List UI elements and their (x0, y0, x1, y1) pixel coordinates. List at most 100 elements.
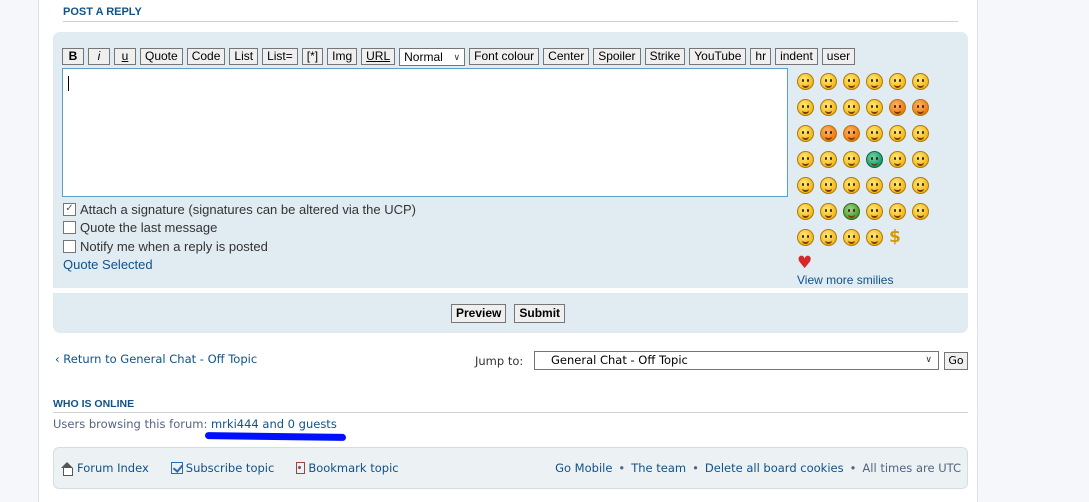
user-button[interactable]: user (821, 48, 856, 65)
img-button[interactable]: Img (327, 48, 358, 65)
smiley-icon[interactable] (866, 176, 883, 194)
quote-last-checkbox[interactable] (63, 221, 76, 235)
smiley-icon[interactable] (866, 98, 883, 116)
youtube-button[interactable]: YouTube (689, 48, 747, 65)
team-link[interactable]: The team (631, 461, 686, 475)
smiley-icon[interactable] (843, 98, 860, 116)
quote-button[interactable]: Quote (140, 48, 183, 65)
jump-to-select[interactable]: General Chat - Off Topic ∨ (534, 351, 939, 370)
smiley-icon[interactable] (889, 150, 906, 168)
smiley-icon[interactable] (889, 98, 906, 116)
bold-button[interactable]: B (62, 48, 84, 65)
notify-checkbox[interactable] (63, 239, 76, 253)
smiley-icon[interactable] (912, 150, 929, 168)
smiley-icon[interactable] (797, 228, 814, 246)
home-icon (60, 461, 74, 476)
jump-to-value: General Chat - Off Topic (551, 353, 688, 367)
smiley-icon[interactable] (912, 176, 929, 194)
preview-button[interactable]: Preview (451, 304, 507, 323)
smiley-icon[interactable] (820, 228, 837, 246)
smiley-icon[interactable] (889, 176, 906, 194)
question-icon[interactable] (912, 124, 929, 142)
indent-button[interactable]: indent (775, 48, 818, 65)
bookmark-topic-link[interactable]: Bookmark topic (296, 461, 399, 475)
smiley-icon[interactable] (820, 72, 837, 90)
smiley-icon[interactable] (820, 98, 837, 116)
smiley-icon[interactable] (912, 98, 929, 116)
submit-button[interactable]: Submit (514, 304, 566, 323)
view-more-smilies-link[interactable]: View more smilies (797, 273, 893, 287)
smiley-icon[interactable] (820, 124, 837, 142)
quote-selected-link[interactable]: Quote Selected (63, 257, 416, 272)
forum-index-link[interactable]: Forum Index (60, 461, 149, 476)
smiley-icon[interactable] (820, 176, 837, 194)
smiley-icon[interactable] (843, 124, 860, 142)
spoiler-button[interactable]: Spoiler (593, 48, 641, 65)
smiley-icon[interactable] (843, 228, 860, 246)
strike-button[interactable]: Strike (644, 48, 686, 65)
smiley-icon[interactable] (797, 176, 814, 194)
url-button[interactable]: URL (361, 48, 396, 65)
submit-bar: Preview Submit (53, 293, 968, 333)
underline-button[interactable]: u (114, 48, 136, 65)
list-item-button[interactable]: [*] (301, 48, 324, 65)
smiley-icon[interactable] (843, 72, 860, 90)
chevron-left-icon: ‹ (55, 352, 60, 366)
online-divider (53, 412, 968, 413)
smiley-icon[interactable] (866, 124, 883, 142)
reply-panel: B i u Quote Code List List= [*] Img URL … (53, 32, 968, 288)
smiley-icon[interactable] (912, 72, 929, 90)
subscribe-topic-label: Subscribe topic (185, 461, 275, 475)
smiley-icon[interactable] (843, 202, 860, 220)
online-prefix: Users browsing this forum: (53, 417, 208, 431)
go-mobile-link[interactable]: Go Mobile (555, 461, 612, 475)
return-link[interactable]: ‹ Return to General Chat - Off Topic (55, 352, 257, 366)
go-button[interactable]: Go (944, 352, 968, 370)
smiley-icon[interactable] (843, 176, 860, 194)
quote-last-label: Quote the last message (80, 220, 218, 236)
notify-label: Notify me when a reply is posted (80, 238, 268, 254)
attach-signature-label: Attach a signature (signatures can be al… (80, 201, 417, 217)
smiley-icon[interactable] (889, 202, 906, 220)
message-textarea[interactable] (62, 68, 788, 197)
attach-signature-checkbox[interactable]: ✓ (63, 202, 76, 216)
post-reply-heading: POST A REPLY (63, 6, 142, 18)
italic-button[interactable]: i (88, 48, 110, 65)
smiley-icon[interactable] (797, 72, 814, 90)
hr-button[interactable]: hr (750, 48, 772, 65)
delete-cookies-link[interactable]: Delete all board cookies (705, 461, 844, 475)
dollar-icon[interactable]: $ (889, 228, 901, 246)
smiley-icon[interactable] (843, 150, 860, 168)
subscribe-topic-link[interactable]: Subscribe topic (170, 461, 275, 475)
font-size-select[interactable]: Normal ∨ (399, 48, 466, 66)
smiley-icon[interactable] (797, 98, 814, 116)
annotation-underline (204, 432, 347, 441)
smiley-icon[interactable] (866, 202, 883, 220)
center-button[interactable]: Center (543, 48, 590, 65)
attach-signature-option[interactable]: ✓ Attach a signature (signatures can be … (63, 200, 416, 219)
text-caret (68, 76, 69, 91)
smiley-icon[interactable] (797, 124, 814, 142)
arrow-icon[interactable] (820, 150, 837, 168)
footer-navbar: Forum Index Subscribe topic Bookmark top… (53, 447, 968, 489)
post-options: ✓ Attach a signature (signatures can be … (63, 200, 416, 272)
list-button[interactable]: List (229, 48, 259, 65)
heart-icon[interactable]: ♥ (797, 254, 812, 272)
smiley-icon[interactable] (889, 72, 906, 90)
timezone-text: All times are UTC (862, 461, 961, 475)
smiley-icon[interactable] (866, 72, 883, 90)
notify-option[interactable]: Notify me when a reply is posted (63, 237, 416, 256)
smiley-icon[interactable] (912, 202, 929, 220)
smiley-icon[interactable] (866, 228, 883, 246)
font-colour-button[interactable]: Font colour (469, 48, 540, 65)
ordered-list-button[interactable]: List= (262, 48, 298, 65)
smiley-icon[interactable] (797, 202, 814, 220)
code-button[interactable]: Code (186, 48, 226, 65)
quote-last-option[interactable]: Quote the last message (63, 219, 416, 238)
smiley-icon[interactable] (866, 150, 883, 168)
idea-icon[interactable] (797, 150, 814, 168)
smiley-icon[interactable] (820, 202, 837, 220)
online-user-link[interactable]: mrki444 (211, 417, 259, 431)
who-is-online-heading: WHO IS ONLINE (53, 398, 135, 410)
exclamation-icon[interactable] (889, 124, 906, 142)
